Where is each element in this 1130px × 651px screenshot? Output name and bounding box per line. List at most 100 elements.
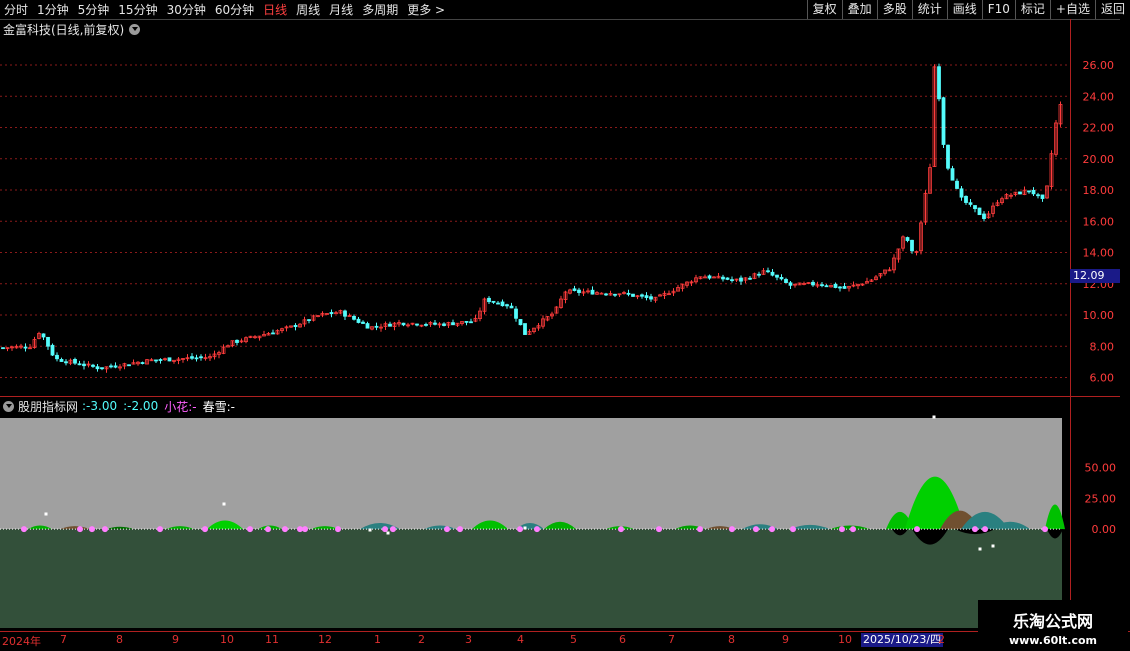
candle-body [334,312,338,315]
indicator-signal-dot [914,526,920,533]
candle-body [401,322,406,326]
candle-body [739,277,743,282]
candle-body [604,293,608,296]
indicator-signal-dot [302,526,308,533]
price-tick-label: 26.00 [1083,59,1115,72]
indicator-signal-dot [839,526,845,533]
candle-body [577,289,581,293]
candle-body [811,281,815,286]
date-tick: 10 [220,633,234,646]
candle-body [352,315,356,320]
candle-body [572,288,577,291]
candle-body [23,346,28,349]
candle-body [730,279,734,282]
date-tick: 11 [265,633,279,646]
indicator-value1: :-3.00 [82,399,118,413]
indicator-dropdown-icon[interactable] [3,400,14,412]
candle-body [590,289,595,295]
candle-body [235,339,239,343]
candle-body [838,286,842,289]
indicator-signal-dot [850,526,856,533]
indicator-signal-dot [89,526,95,533]
date-tick: 1 [374,633,381,646]
candle-body [626,292,631,295]
candle-body [140,362,145,364]
candle-body [707,275,712,279]
indicator-chunxue: 春雪:- [202,399,235,414]
candle-body [374,325,379,328]
candle-body [766,270,770,273]
indicator-marker [222,502,226,506]
indicator-marker [932,415,936,419]
candle-body [757,273,761,276]
indicator-tick-label: 25.00 [1085,492,1117,505]
candle-body [199,356,203,359]
indicator-signal-dot [382,526,388,533]
candle-body [523,323,527,335]
candle-body [770,271,775,276]
indicator-signal-dot [77,526,83,533]
indicator-green-band [0,529,1062,628]
candle-body [631,293,635,297]
candle-body [509,305,514,309]
indicator-header: 股朋指标网 :-3.00 :-2.00 小花:- 春雪:- [0,397,235,415]
candle-body [46,336,50,347]
candle-body [158,359,163,361]
chart-canvas[interactable]: 6.008.0010.0012.0014.0016.0018.0020.0022… [0,0,1130,650]
candle-body [977,207,982,216]
candle-body [307,319,311,322]
candle-body [500,301,505,307]
candle-body [842,286,847,289]
watermark-line1: 乐淘公式网 [1012,612,1093,631]
candle-body [41,333,46,338]
candle-body [388,323,392,327]
price-tick-label: 22.00 [1083,122,1115,135]
indicator-value2: :-2.00 [123,399,159,413]
date-tick: 4 [517,633,524,646]
indicator-signal-dot [21,526,27,533]
candle-body [55,354,59,360]
date-tick: 7 [60,633,67,646]
indicator-marker [368,528,372,532]
indicator-tick-label: 50.00 [1085,461,1117,474]
candle-body [703,276,707,279]
candle-body [905,237,910,241]
indicator-signal-dot [1042,526,1048,533]
candle-body [955,180,959,189]
candle-body [1040,194,1045,199]
candle-body [95,366,100,370]
indicator-xiaohua: 小花:- [164,399,197,414]
indicator-signal-dot [282,526,288,533]
candle-body [1031,189,1036,195]
candle-body [64,361,68,364]
date-tick: 8 [728,633,735,646]
candle-body [824,285,829,288]
candle-body [73,359,77,364]
candle-body [154,359,158,362]
indicator-signal-dot [790,526,796,533]
candle-body [194,357,199,360]
indicator-signal-dot [769,526,775,533]
candle-body [946,144,950,169]
candle-body [100,367,104,370]
candle-body [167,357,172,362]
candle-body [59,359,64,362]
indicator-name: 股朋指标网 [18,399,79,414]
candle-body [613,293,617,296]
indicator-marker [523,526,527,530]
indicator-signal-dot [534,526,540,533]
candle-body [775,274,779,278]
price-tick-label: 6.00 [1090,372,1115,385]
candle-body [725,277,730,280]
price-tick-label: 18.00 [1083,184,1115,197]
selected-date: 2025/10/23/四 [861,633,944,647]
candle-body [50,344,55,356]
candle-body [910,239,914,252]
candle-body [941,97,946,145]
indicator-marker [978,547,982,551]
candle-body [937,66,941,100]
candle-body [491,300,496,303]
candle-body [329,312,334,315]
date-tick: 9 [782,633,789,646]
candle-body [721,276,725,280]
